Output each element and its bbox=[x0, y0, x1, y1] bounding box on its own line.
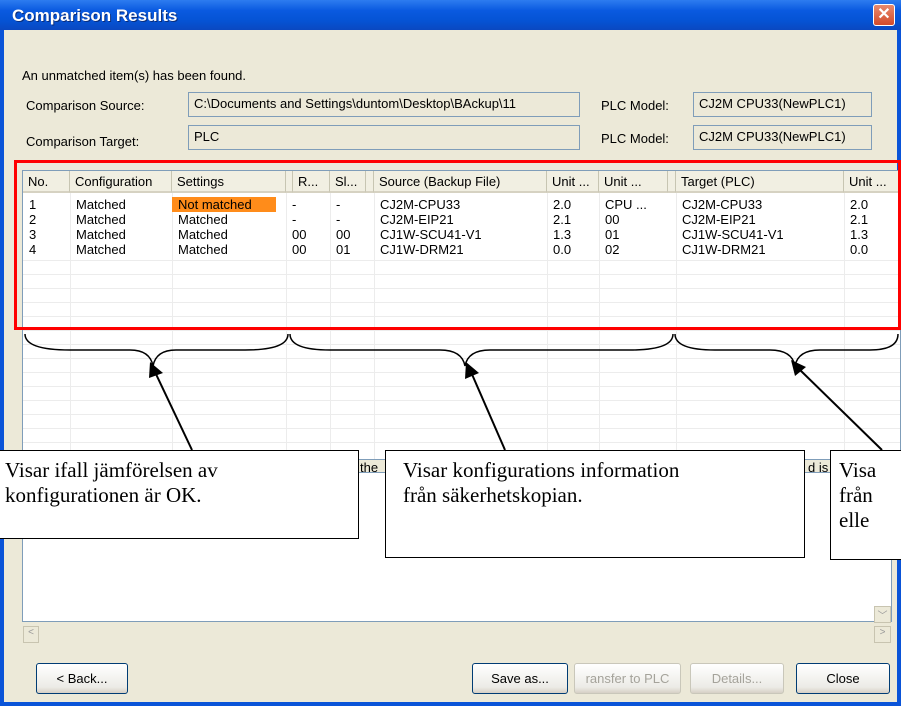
callout-line: Visar konfigurations information bbox=[403, 458, 680, 482]
brace-right bbox=[674, 333, 899, 367]
callout-source-info: Visar konfigurations information från sä… bbox=[385, 450, 805, 558]
callout-target-info: Visa från elle bbox=[830, 450, 901, 560]
callout-configuration: Visar ifall jämförelsen av konfiguration… bbox=[0, 450, 359, 539]
arrow-right-line bbox=[797, 367, 883, 451]
callout-line: Visar ifall jämförelsen av bbox=[5, 458, 218, 482]
arrow-middle-line bbox=[470, 371, 506, 451]
brace-left bbox=[24, 333, 289, 367]
callout-line: från bbox=[839, 483, 873, 507]
callout-line: elle bbox=[839, 508, 870, 532]
callout-line: från säkerhetskopian. bbox=[403, 483, 583, 507]
arrow-left-line bbox=[154, 371, 193, 451]
annotation-overlay bbox=[24, 333, 899, 451]
callout-line: konfigurationen är OK. bbox=[5, 483, 202, 507]
callout-line: Visa bbox=[839, 458, 877, 482]
brace-middle bbox=[289, 333, 674, 367]
